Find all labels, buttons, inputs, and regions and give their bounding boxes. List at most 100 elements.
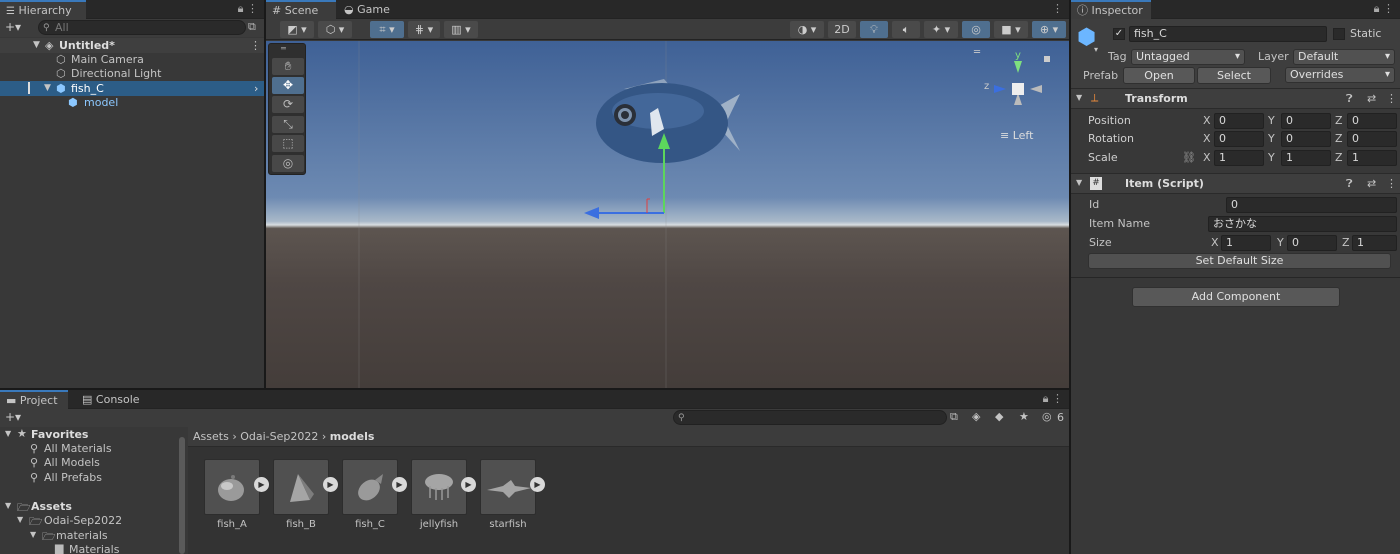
scene-row[interactable]: ▼ ◈ Untitled* ⋮: [0, 38, 264, 53]
add-button[interactable]: +▾: [5, 20, 21, 34]
size-z-field[interactable]: 1: [1352, 235, 1397, 251]
position-z-field[interactable]: 0: [1347, 113, 1397, 129]
preset-icon[interactable]: ⇄: [1367, 92, 1376, 105]
snap-increment-button[interactable]: ⋕ ▾: [408, 21, 440, 38]
tab-inspector[interactable]: ⓘ Inspector: [1071, 0, 1151, 19]
render-mode-button[interactable]: ⬡ ▾: [318, 21, 352, 38]
size-y-field[interactable]: 0: [1287, 235, 1337, 251]
breadcrumb-assets[interactable]: Assets: [193, 430, 229, 443]
prefab-open-button[interactable]: Open: [1123, 67, 1195, 84]
scale-link-icon[interactable]: ⛓︎: [1182, 151, 1196, 164]
draw-mode-button[interactable]: ◩ ▾: [280, 21, 314, 38]
search-filter-icon[interactable]: ⧉: [950, 410, 958, 424]
overlay-menu-icon[interactable]: ═: [974, 47, 980, 58]
add-button[interactable]: +▾: [5, 410, 21, 424]
asset-expand-icon[interactable]: ▶: [392, 477, 407, 492]
static-checkbox[interactable]: [1333, 28, 1345, 40]
active-checkbox[interactable]: ✓: [1113, 28, 1125, 40]
layer-dropdown[interactable]: Default: [1293, 49, 1395, 65]
component-menu-icon[interactable]: ⋮: [1386, 177, 1397, 190]
hand-tool-button[interactable]: ✋︎: [272, 58, 304, 75]
open-prefab-arrow-icon[interactable]: ›: [254, 81, 258, 96]
item-script-header[interactable]: ▼ # Item (Script) ❓︎ ⇄ ⋮: [1071, 173, 1400, 194]
object-name-field[interactable]: fish_C: [1129, 26, 1327, 42]
breadcrumb-models[interactable]: models: [330, 430, 375, 443]
favorites-label[interactable]: Favorites: [31, 428, 88, 441]
view-label[interactable]: ≡ Left: [1000, 129, 1033, 142]
collapse-arrow-icon[interactable]: ▼: [44, 81, 51, 96]
move-tool-button[interactable]: ✥: [272, 77, 304, 94]
asset-thumbnail-fish-c[interactable]: [342, 459, 398, 515]
scene-tab-options[interactable]: ⋮: [1052, 2, 1063, 15]
tab-game[interactable]: ◒ Game: [338, 0, 398, 19]
tab-project[interactable]: ▬ Project: [0, 390, 68, 409]
tab-console[interactable]: ▤ Console: [76, 390, 146, 409]
asset-thumbnail-starfish[interactable]: [480, 459, 536, 515]
scale-x-field[interactable]: 1: [1214, 150, 1264, 166]
collapse-arrow-icon[interactable]: ▼: [17, 515, 23, 524]
kebab-menu-icon[interactable]: ⋮: [247, 2, 258, 15]
hidden-packages-icon[interactable]: ◎: [1042, 410, 1052, 423]
hierarchy-item-directional-light[interactable]: ⬡ Directional Light: [0, 66, 264, 81]
rect-tool-button[interactable]: ⬚: [272, 135, 304, 152]
gizmo-lock-icon[interactable]: [1044, 56, 1050, 62]
component-menu-icon[interactable]: ⋮: [1386, 92, 1397, 105]
hierarchy-item-fish-c[interactable]: ▼ ⬢ fish_C ›: [0, 81, 264, 96]
rotation-label[interactable]: Rotation: [1088, 132, 1134, 145]
asset-expand-icon[interactable]: ▶: [323, 477, 338, 492]
grid-snap-button[interactable]: ⌗ ▾: [370, 21, 404, 38]
set-default-size-button[interactable]: Set Default Size: [1088, 253, 1391, 269]
collapse-arrow-icon[interactable]: ▼: [1076, 93, 1082, 102]
kebab-menu-icon[interactable]: ⋮: [1383, 2, 1394, 15]
shading-mode-button[interactable]: ◑ ▾: [790, 21, 824, 38]
tag-dropdown[interactable]: Untagged: [1131, 49, 1245, 65]
tree-folder[interactable]: Materials: [69, 543, 119, 554]
tree-scrollbar[interactable]: [179, 437, 185, 554]
breadcrumb-odai[interactable]: Odai-Sep2022: [240, 430, 318, 443]
hierarchy-search-field[interactable]: ⚲ All: [38, 20, 246, 35]
asset-expand-icon[interactable]: ▶: [530, 477, 545, 492]
search-by-type-icon[interactable]: ⧉: [248, 20, 256, 34]
position-x-field[interactable]: 0: [1214, 113, 1264, 129]
hierarchy-tab-options[interactable]: 🔒︎ ⋮: [238, 2, 258, 16]
add-component-button[interactable]: Add Component: [1132, 287, 1340, 307]
assets-label[interactable]: Assets: [31, 500, 72, 513]
asset-expand-icon[interactable]: ▶: [254, 477, 269, 492]
project-search-field[interactable]: ⚲: [673, 410, 947, 425]
inspector-tab-options[interactable]: 🔒︎ ⋮: [1374, 2, 1394, 16]
scale-z-field[interactable]: 1: [1347, 150, 1397, 166]
favorite-star-icon[interactable]: ★: [1019, 410, 1029, 423]
toggle-2d-button[interactable]: 2D: [828, 21, 856, 38]
lock-icon[interactable]: 🔒︎: [238, 2, 244, 15]
gizmos-icon[interactable]: ⊕ ▾: [1032, 21, 1066, 38]
scale-label[interactable]: Scale: [1088, 151, 1118, 164]
rotation-z-field[interactable]: 0: [1347, 131, 1397, 147]
scene-camera-icon[interactable]: ■ ▾: [994, 21, 1028, 38]
collapse-arrow-icon[interactable]: ▼: [33, 38, 40, 53]
favorite-item[interactable]: All Models: [44, 456, 100, 469]
rotation-x-field[interactable]: 0: [1214, 131, 1264, 147]
label-filter-icon[interactable]: ◆: [995, 410, 1003, 423]
position-y-field[interactable]: 0: [1281, 113, 1331, 129]
overlay-handle-icon[interactable]: ═: [281, 44, 286, 53]
tab-scene[interactable]: # Scene: [266, 0, 336, 19]
help-icon[interactable]: ❓︎: [1346, 177, 1353, 191]
tree-folder[interactable]: Odai-Sep2022: [44, 514, 122, 527]
prefab-select-button[interactable]: Select: [1197, 67, 1271, 84]
preset-icon[interactable]: ⇄: [1367, 177, 1376, 190]
lock-icon[interactable]: 🔒︎: [1043, 392, 1049, 405]
transform-tool-button[interactable]: ◎: [272, 155, 304, 172]
scene-menu-icon[interactable]: ⋮: [250, 38, 261, 53]
asset-expand-icon[interactable]: ▶: [461, 477, 476, 492]
hierarchy-item-model[interactable]: ⬢ model: [0, 95, 264, 110]
size-x-field[interactable]: 1: [1221, 235, 1271, 251]
favorite-item[interactable]: All Prefabs: [44, 471, 102, 484]
asset-thumbnail-fish-b[interactable]: [273, 459, 329, 515]
hierarchy-item-main-camera[interactable]: ⬡ Main Camera: [0, 52, 264, 67]
tree-folder[interactable]: materials: [56, 529, 108, 542]
scene-viewport[interactable]: y z ≡ Left ═: [266, 41, 1069, 388]
item-name-field[interactable]: おさかな: [1208, 216, 1397, 232]
lighting-toggle-icon[interactable]: 💡︎: [860, 21, 888, 38]
favorite-item[interactable]: All Materials: [44, 442, 112, 455]
audio-toggle-icon[interactable]: 🔈︎: [892, 21, 920, 38]
